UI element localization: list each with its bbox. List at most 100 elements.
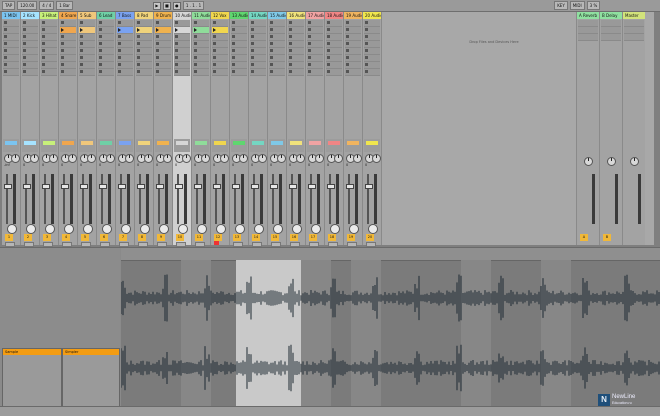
volume-fader-track[interactable]: [234, 174, 236, 224]
clip-stop-icon[interactable]: [23, 70, 26, 73]
clip-slot[interactable]: [269, 48, 285, 55]
track-title[interactable]: 10 Audio: [173, 12, 191, 19]
clip-stop-icon[interactable]: [61, 70, 64, 73]
clip-slot[interactable]: [307, 48, 323, 55]
clip-slot[interactable]: [79, 34, 95, 41]
clip-stop-icon[interactable]: [213, 56, 216, 59]
track-activator-button[interactable]: 6: [100, 234, 108, 241]
clip-stop-icon[interactable]: [194, 63, 197, 66]
clip-stop-icon[interactable]: [346, 70, 349, 73]
track-activator-button[interactable]: A: [580, 234, 588, 241]
pan-knob-icon[interactable]: [235, 224, 245, 234]
clip-stop-icon[interactable]: [270, 28, 273, 31]
volume-fader-handle[interactable]: [137, 184, 145, 189]
clip-slot[interactable]: [98, 62, 114, 69]
volume-fader-handle[interactable]: [213, 184, 221, 189]
clip-slot[interactable]: [269, 69, 285, 76]
volume-fader-handle[interactable]: [251, 184, 259, 189]
clip-stop-icon[interactable]: [213, 70, 216, 73]
clip-slot[interactable]: [231, 34, 247, 41]
volume-readout[interactable]: 0: [346, 162, 356, 168]
pan-knob-icon[interactable]: [311, 224, 321, 234]
clip-stop-icon[interactable]: [346, 56, 349, 59]
volume-fader-handle[interactable]: [118, 184, 126, 189]
clip-stop-icon[interactable]: [61, 42, 64, 45]
clip-stop-icon[interactable]: [42, 70, 45, 73]
clip-stop-icon[interactable]: [289, 56, 292, 59]
clip-launch-icon[interactable]: [194, 28, 197, 32]
clip-stop-icon[interactable]: [156, 35, 159, 38]
clip-stop-icon[interactable]: [23, 49, 26, 52]
clip-stop-icon[interactable]: [99, 21, 102, 24]
clip-slot[interactable]: [364, 62, 380, 69]
clip-slot[interactable]: [117, 41, 133, 48]
clip-stop-icon[interactable]: [80, 35, 83, 38]
clip-slot[interactable]: [345, 41, 361, 48]
clip-slot[interactable]: [136, 48, 152, 55]
clip-stop-icon[interactable]: [308, 21, 311, 24]
track-activator-button[interactable]: 15: [271, 234, 279, 241]
track-activator-button[interactable]: B: [603, 234, 611, 241]
pan-knob-icon[interactable]: [330, 224, 340, 234]
clip-stop-icon[interactable]: [308, 63, 311, 66]
pan-knob-icon[interactable]: [178, 224, 188, 234]
clip-slot[interactable]: [307, 34, 323, 41]
pan-knob-icon[interactable]: [64, 224, 74, 234]
clip-stop-icon[interactable]: [365, 49, 368, 52]
volume-readout[interactable]: 0: [308, 162, 318, 168]
clip-stop-icon[interactable]: [232, 35, 235, 38]
clip-slot[interactable]: [288, 20, 304, 27]
track-column[interactable]: 16 Audio 0 16: [287, 12, 306, 247]
clip-slot[interactable]: [326, 20, 342, 27]
clip-stop-icon[interactable]: [4, 21, 7, 24]
clip-slot[interactable]: [326, 62, 342, 69]
key-map-button[interactable]: KEY: [554, 1, 568, 10]
clip-stop-icon[interactable]: [23, 63, 26, 66]
clip-slot[interactable]: [326, 69, 342, 76]
clip-slot[interactable]: [41, 48, 57, 55]
clip-stop-icon[interactable]: [346, 35, 349, 38]
track-activator-button[interactable]: 3: [43, 234, 51, 241]
clip-slot[interactable]: [98, 41, 114, 48]
pan-knob-icon[interactable]: [292, 224, 302, 234]
clip-slot[interactable]: [136, 41, 152, 48]
clip-stop-icon[interactable]: [251, 49, 254, 52]
clip-slot[interactable]: [41, 69, 57, 76]
clip-stop-icon[interactable]: [175, 42, 178, 45]
clip[interactable]: [136, 27, 152, 33]
track-column[interactable]: 6 Lead 0 6: [97, 12, 116, 247]
waveform[interactable]: [121, 260, 660, 406]
clip-stop-icon[interactable]: [137, 42, 140, 45]
clip-slot[interactable]: [250, 62, 266, 69]
volume-fader-track[interactable]: [25, 174, 27, 224]
send-knob-icon[interactable]: [584, 157, 593, 166]
track-activator-button[interactable]: 7: [119, 234, 127, 241]
clip-stop-icon[interactable]: [194, 42, 197, 45]
clip-stop-icon[interactable]: [251, 42, 254, 45]
clip-slot[interactable]: [174, 41, 190, 48]
clip-stop-icon[interactable]: [99, 63, 102, 66]
clip-stop-icon[interactable]: [365, 21, 368, 24]
track-column[interactable]: 20 Audio 0 20: [363, 12, 382, 247]
clip-stop-icon[interactable]: [365, 35, 368, 38]
track-activator-button[interactable]: 5: [81, 234, 89, 241]
track-column[interactable]: 2 Kick 0 2: [21, 12, 40, 247]
track-activator-button[interactable]: 9: [157, 234, 165, 241]
clip-stop-icon[interactable]: [42, 56, 45, 59]
clip-stop-icon[interactable]: [194, 70, 197, 73]
clip-slot[interactable]: [345, 20, 361, 27]
clip-stop-icon[interactable]: [156, 49, 159, 52]
track-column[interactable]: 13 Audio 0 13: [230, 12, 249, 247]
clip-stop-icon[interactable]: [213, 42, 216, 45]
clip-stop-icon[interactable]: [23, 56, 26, 59]
volume-fader-track[interactable]: [196, 174, 198, 224]
volume-fader-track[interactable]: [177, 174, 179, 224]
clip-slot[interactable]: [269, 41, 285, 48]
clip-stop-icon[interactable]: [61, 21, 64, 24]
clip-stop-icon[interactable]: [251, 28, 254, 31]
clip-slot[interactable]: [155, 41, 171, 48]
volume-fader-handle[interactable]: [42, 184, 50, 189]
clip-slot[interactable]: [269, 27, 285, 34]
clip-slot[interactable]: [3, 48, 19, 55]
clip-slot[interactable]: [364, 27, 380, 34]
